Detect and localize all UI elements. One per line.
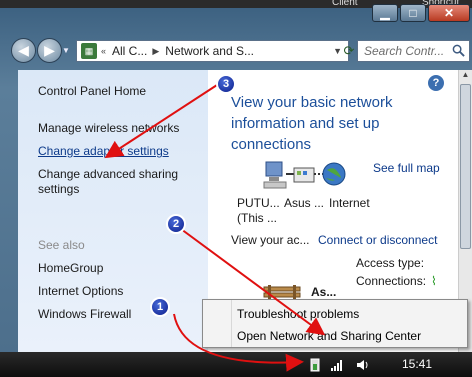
- title-line2: information and set up: [231, 115, 380, 132]
- title-line3: connections: [231, 136, 312, 153]
- network-map: [263, 161, 346, 189]
- tray-context-menu: Troubleshoot problems Open Network and S…: [202, 299, 468, 348]
- close-button[interactable]: ✕: [428, 4, 470, 22]
- volume-icon[interactable]: [355, 358, 369, 372]
- back-arrow-icon: ◀: [18, 42, 29, 58]
- client-label: Client: [332, 0, 358, 8]
- network-signal-icon[interactable]: [330, 358, 344, 372]
- computer-icon: [263, 161, 287, 189]
- see-also-heading: See also: [38, 238, 85, 252]
- refresh-icon[interactable]: ⟳: [340, 41, 358, 61]
- forward-arrow-icon: ▶: [44, 42, 55, 58]
- advanced-sharing-line2: settings: [38, 182, 80, 196]
- node-computer-label: PUTU... (This ...: [237, 196, 280, 226]
- windows-firewall-link[interactable]: Windows Firewall: [38, 307, 131, 322]
- title-line1: View your basic network: [231, 94, 393, 111]
- change-adapter-settings-link[interactable]: Change adapter settings: [38, 144, 169, 159]
- forward-button[interactable]: ▶: [37, 38, 62, 63]
- search-input[interactable]: Search Contr...: [357, 40, 470, 62]
- taskbar-clock[interactable]: 15:41: [402, 357, 432, 371]
- search-placeholder: Search Contr...: [364, 44, 445, 58]
- wifi-signal-icon: ⌇: [431, 274, 437, 288]
- menu-gutter: [231, 300, 232, 347]
- history-dropdown-icon[interactable]: ▼: [62, 46, 70, 55]
- window-controls: ▁ □ ✕: [372, 4, 470, 22]
- connections-label: Connections:: [356, 274, 427, 288]
- access-type-label: Access type:: [356, 256, 425, 270]
- help-icon[interactable]: ?: [428, 75, 444, 91]
- see-full-map-link[interactable]: See full map: [373, 161, 440, 175]
- navigation-bar: ◀ ▶ ▼ ▦ « All C... ▶ Network and S... ▼ …: [0, 36, 472, 66]
- node-computer-line1: PUTU...: [237, 196, 280, 210]
- breadcrumb-all-control-panel[interactable]: All C...: [112, 44, 147, 58]
- troubleshoot-menu-item[interactable]: Troubleshoot problems: [237, 307, 359, 321]
- internet-options-link[interactable]: Internet Options: [38, 284, 123, 299]
- active-networks-heading: View your ac...: [231, 233, 310, 247]
- connect-disconnect-link[interactable]: Connect or disconnect: [318, 233, 437, 247]
- advanced-sharing-line1: Change advanced sharing: [38, 167, 179, 181]
- breadcrumb-network-sharing[interactable]: Network and S...: [165, 44, 254, 58]
- maximize-button[interactable]: □: [400, 4, 426, 22]
- node-computer-line2: (This ...: [237, 211, 278, 225]
- page-title: View your basic network information and …: [231, 92, 441, 155]
- control-panel-icon: ▦: [81, 43, 97, 59]
- control-panel-home-link[interactable]: Control Panel Home: [38, 84, 146, 99]
- manage-wireless-link[interactable]: Manage wireless networks: [38, 121, 179, 136]
- breadcrumb-chevron-icon[interactable]: ▶: [152, 46, 159, 57]
- node-router-label: Asus ...: [284, 196, 325, 210]
- open-sharing-center-menu-item[interactable]: Open Network and Sharing Center: [237, 329, 421, 343]
- advanced-sharing-link[interactable]: Change advanced sharing settings: [38, 167, 178, 197]
- internet-globe-icon: [322, 162, 346, 186]
- minimize-button[interactable]: ▁: [372, 4, 398, 22]
- homegroup-link[interactable]: HomeGroup: [38, 261, 103, 276]
- router-icon: [293, 167, 315, 183]
- scroll-up-icon[interactable]: ▲: [459, 70, 472, 84]
- network-name: As...: [311, 285, 337, 299]
- node-internet-label: Internet: [329, 196, 370, 210]
- taskbar: 15:41: [0, 352, 472, 377]
- scroll-thumb[interactable]: [460, 84, 471, 249]
- address-bar[interactable]: ▦ « All C... ▶ Network and S... ▼: [76, 40, 349, 62]
- step-badge-3: 3: [216, 74, 236, 94]
- task-pane: Control Panel Home Manage wireless netwo…: [18, 70, 208, 352]
- breadcrumb-chevron-icon[interactable]: «: [101, 46, 106, 56]
- back-button[interactable]: ◀: [11, 38, 36, 63]
- step-badge-1: 1: [150, 297, 170, 317]
- search-icon: [452, 44, 465, 57]
- battery-icon[interactable]: [308, 358, 322, 372]
- step-badge-2: 2: [166, 214, 186, 234]
